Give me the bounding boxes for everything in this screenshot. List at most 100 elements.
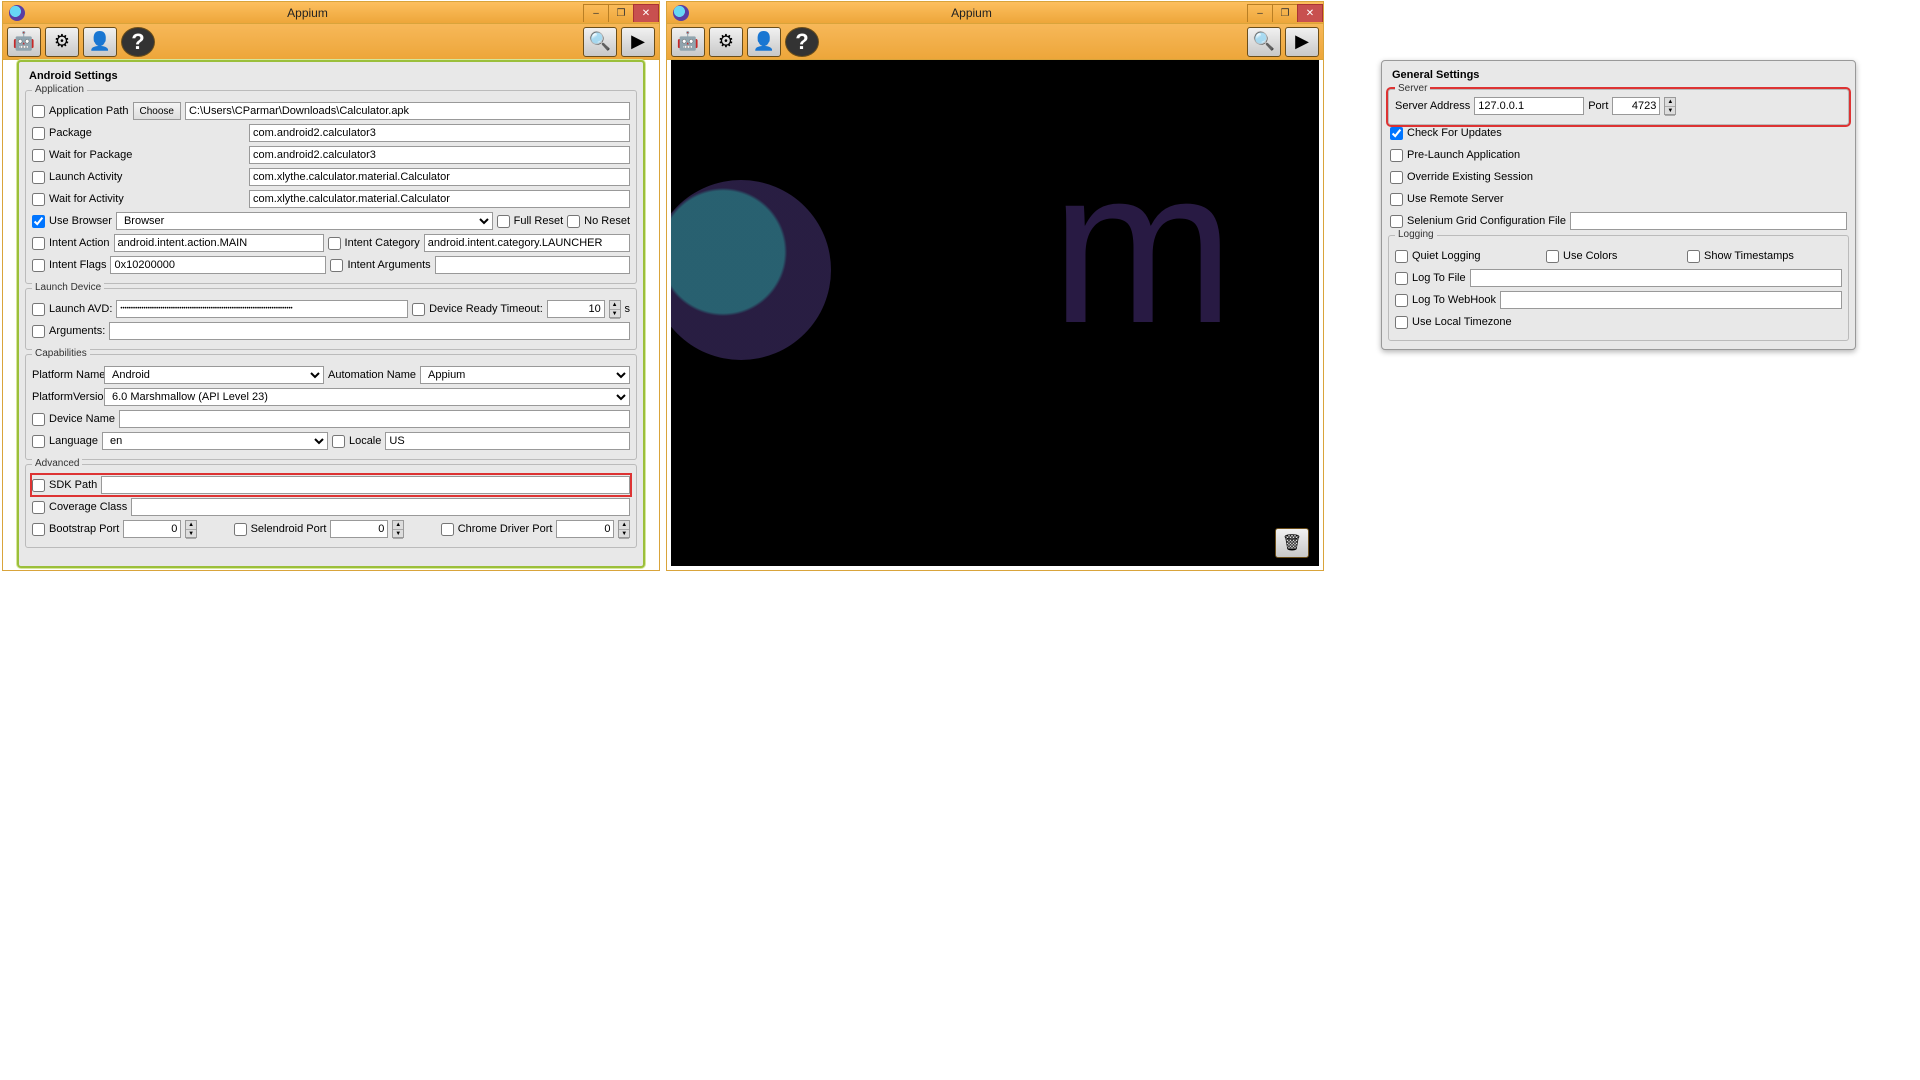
chrome-driver-port-input[interactable]	[556, 520, 614, 538]
choose-button[interactable]: Choose	[133, 102, 181, 120]
sdk-path-check[interactable]	[32, 479, 45, 492]
selendroid-port-input[interactable]	[330, 520, 388, 538]
coverage-check[interactable]	[32, 501, 45, 514]
local-timezone-label: Use Local Timezone	[1412, 316, 1512, 328]
port-input[interactable]	[1612, 97, 1660, 115]
selenium-grid-check[interactable]	[1390, 215, 1403, 228]
local-timezone-check[interactable]	[1395, 316, 1408, 329]
trash-icon[interactable]: 🗑	[1275, 528, 1309, 558]
log-to-webhook-input[interactable]	[1500, 291, 1842, 309]
quiet-logging-check[interactable]	[1395, 250, 1408, 263]
maximize-button[interactable]: ❐	[608, 4, 634, 22]
gear-icon[interactable]: ⚙	[45, 27, 79, 57]
play-icon[interactable]: ▶	[621, 27, 655, 57]
spinner-icon[interactable]: ▲▼	[609, 300, 621, 318]
panel-title: General Settings	[1382, 61, 1855, 85]
avd-input[interactable]	[116, 300, 408, 318]
chrome-driver-port-check[interactable]	[441, 523, 454, 536]
bootstrap-port-input[interactable]	[123, 520, 181, 538]
coverage-input[interactable]	[131, 498, 630, 516]
pre-launch-check[interactable]	[1390, 149, 1403, 162]
android-icon[interactable]: 🤖	[7, 27, 41, 57]
language-select[interactable]: en	[102, 432, 328, 450]
help-icon[interactable]: ?	[121, 27, 155, 57]
gear-icon[interactable]: ⚙	[709, 27, 743, 57]
use-colors-check[interactable]	[1546, 250, 1559, 263]
package-input[interactable]	[249, 124, 630, 142]
spinner-icon[interactable]: ▲▼	[1664, 97, 1676, 115]
log-to-file-input[interactable]	[1470, 269, 1842, 287]
spinner-icon[interactable]: ▲▼	[618, 520, 630, 538]
selendroid-port-check[interactable]	[234, 523, 247, 536]
spinner-icon[interactable]: ▲▼	[185, 520, 197, 538]
intent-action-input[interactable]	[114, 234, 324, 252]
ready-timeout-check[interactable]	[412, 303, 425, 316]
intent-category-input[interactable]	[424, 234, 630, 252]
log-to-file-check[interactable]	[1395, 272, 1408, 285]
coverage-label: Coverage Class	[49, 501, 127, 513]
no-reset-check[interactable]	[567, 215, 580, 228]
platform-version-select[interactable]: 6.0 Marshmallow (API Level 23)	[104, 388, 630, 406]
show-timestamps-check[interactable]	[1687, 250, 1700, 263]
close-button[interactable]: ✕	[633, 4, 659, 22]
close-button[interactable]: ✕	[1297, 4, 1323, 22]
override-session-check[interactable]	[1390, 171, 1403, 184]
full-reset-check[interactable]	[497, 215, 510, 228]
minimize-button[interactable]: –	[1247, 4, 1273, 22]
quiet-logging-label: Quiet Logging	[1412, 250, 1542, 262]
device-name-input[interactable]	[119, 410, 630, 428]
intent-flags-check[interactable]	[32, 259, 45, 272]
package-check[interactable]	[32, 127, 45, 140]
arguments-check[interactable]	[32, 325, 45, 338]
locale-check[interactable]	[332, 435, 345, 448]
selendroid-port-label: Selendroid Port	[251, 523, 327, 535]
remote-server-check[interactable]	[1390, 193, 1403, 206]
user-icon[interactable]: 👤	[747, 27, 781, 57]
check-updates-check[interactable]	[1390, 127, 1403, 140]
log-to-webhook-check[interactable]	[1395, 294, 1408, 307]
minimize-button[interactable]: –	[583, 4, 609, 22]
help-icon[interactable]: ?	[785, 27, 819, 57]
group-server: Server Server Address Port ▲▼	[1388, 89, 1849, 125]
maximize-button[interactable]: ❐	[1272, 4, 1298, 22]
group-advanced: Advanced SDK Path Coverage Class Bootstr…	[25, 464, 637, 548]
search-icon[interactable]: 🔍	[583, 27, 617, 57]
app-path-label: Application Path	[49, 105, 129, 117]
intent-category-check[interactable]	[328, 237, 341, 250]
intent-flags-input[interactable]	[110, 256, 326, 274]
wait-package-input[interactable]	[249, 146, 630, 164]
selenium-grid-input[interactable]	[1570, 212, 1847, 230]
app-path-input[interactable]	[185, 102, 630, 120]
platform-name-select[interactable]: Android	[104, 366, 324, 384]
wait-activity-check[interactable]	[32, 193, 45, 206]
titlebar[interactable]: Appium – ❐ ✕	[3, 2, 659, 24]
server-address-input[interactable]	[1474, 97, 1584, 115]
intent-args-input[interactable]	[435, 256, 630, 274]
android-icon[interactable]: 🤖	[671, 27, 705, 57]
sdk-path-input[interactable]	[101, 476, 630, 494]
bootstrap-port-check[interactable]	[32, 523, 45, 536]
automation-name-select[interactable]: Appium	[420, 366, 630, 384]
user-icon[interactable]: 👤	[83, 27, 117, 57]
ready-timeout-input[interactable]	[547, 300, 605, 318]
wait-activity-input[interactable]	[249, 190, 630, 208]
group-title: Capabilities	[32, 348, 90, 359]
use-browser-check[interactable]	[32, 215, 45, 228]
locale-input[interactable]	[385, 432, 630, 450]
search-icon[interactable]: 🔍	[1247, 27, 1281, 57]
intent-action-check[interactable]	[32, 237, 45, 250]
arguments-input[interactable]	[109, 322, 630, 340]
device-name-check[interactable]	[32, 413, 45, 426]
launch-activity-check[interactable]	[32, 171, 45, 184]
language-check[interactable]	[32, 435, 45, 448]
launch-activity-input[interactable]	[249, 168, 630, 186]
launch-avd-check[interactable]	[32, 303, 45, 316]
spinner-icon[interactable]: ▲▼	[392, 520, 404, 538]
app-path-check[interactable]	[32, 105, 45, 118]
intent-args-check[interactable]	[330, 259, 343, 272]
browser-select[interactable]: Browser	[116, 212, 493, 230]
titlebar[interactable]: Appium – ❐ ✕	[667, 2, 1323, 24]
wait-package-check[interactable]	[32, 149, 45, 162]
group-title: Server	[1395, 83, 1430, 94]
play-icon[interactable]: ▶	[1285, 27, 1319, 57]
